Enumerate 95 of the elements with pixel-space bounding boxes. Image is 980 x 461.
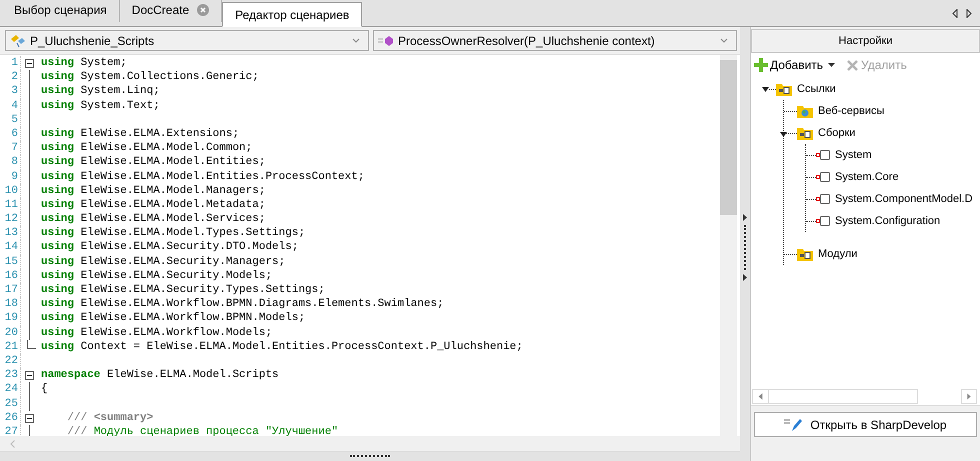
line-number: 2 — [10, 70, 19, 84]
globe-folder-icon — [797, 104, 813, 118]
code-line: using EleWise.ELMA.Model.Entities.ProcessContext; — [40, 170, 364, 184]
code-line: using EleWise.ELMA.Model.Common; — [40, 141, 252, 156]
code-line: using EleWise.ELMA.Model.Entities; — [40, 155, 266, 170]
panel-header: Настройки — [751, 29, 980, 53]
line-number: 22 — [4, 354, 19, 368]
tree-item[interactable]: Сборки — [818, 124, 856, 142]
code-line: using EleWise.ELMA.Workflow.BPMN.Models; — [40, 311, 306, 326]
code-line: using EleWise.ELMA.Security.DTO.Models; — [40, 240, 298, 255]
code-line: /// <summary> — [66, 410, 154, 425]
tree-item[interactable]: System — [835, 146, 872, 164]
code-line: using Context = EleWise.ELMA.Model.Entities.ProcessContext.P_Uluchshenie; — [40, 340, 523, 354]
line-number: 24 — [4, 382, 19, 396]
tree-item[interactable]: Модули — [818, 246, 858, 262]
line-number: 23 — [4, 368, 19, 382]
caret-icon — [828, 63, 836, 67]
scroll-left-icon[interactable] — [952, 8, 958, 18]
code-line: using System.Text; — [40, 98, 160, 113]
line-number: 27 — [4, 424, 19, 436]
scroll-right-icon[interactable] — [966, 8, 972, 18]
code-line: using EleWise.ELMA.Model.Metadata; — [40, 198, 266, 212]
code-line: { — [40, 382, 48, 396]
splitter-handle[interactable] — [744, 224, 746, 270]
code-line: using EleWise.ELMA.Workflow.BPMN.Diagrams.Elements.Swimlanes; — [40, 297, 444, 312]
code-line: using System; — [40, 56, 127, 70]
reference-icon — [816, 150, 830, 160]
line-number: 11 — [4, 198, 19, 212]
code-line: using EleWise.ELMA.Security.Types.Settings; — [40, 283, 325, 298]
collapse-arrow-icon[interactable] — [780, 130, 787, 138]
vertical-scrollbar[interactable] — [720, 55, 737, 436]
reference-icon — [816, 172, 830, 182]
pencil-icon — [784, 416, 802, 432]
code-line: using EleWise.ELMA.Workflow.Models; — [40, 326, 272, 340]
line-number: 5 — [10, 112, 19, 127]
tree-item[interactable]: Веб-сервисы — [818, 102, 884, 120]
open-sharpdevelop-button[interactable]: Открыть в SharpDevelop — [754, 412, 977, 437]
line-number: 17 — [4, 283, 19, 298]
code-line: using EleWise.ELMA.Extensions; — [40, 126, 240, 142]
collapse-arrow-icon[interactable] — [762, 86, 769, 92]
line-number: 20 — [4, 326, 19, 340]
code-line: using EleWise.ELMA.Model.Types.Settings; — [40, 226, 306, 240]
expand-arrow-icon[interactable] — [743, 274, 747, 280]
horizontal-scrollbar[interactable] — [0, 436, 740, 452]
scrollbar-thumb[interactable] — [720, 60, 737, 215]
line-number: 16 — [4, 268, 19, 283]
line-number: 18 — [4, 297, 19, 312]
collapse-icon[interactable] — [25, 59, 34, 68]
reference-icon — [816, 216, 830, 226]
code-line: using System.Collections.Generic; — [40, 70, 259, 84]
line-number: 13 — [4, 226, 19, 240]
line-number: 8 — [10, 155, 19, 170]
line-number: 7 — [10, 141, 19, 156]
reference-icon — [816, 194, 830, 204]
tree-item[interactable]: System.ComponentModel.D — [835, 190, 973, 208]
tree-item[interactable]: System.Core — [835, 168, 899, 186]
code-line: /// Модуль сценариев процесса "Улучшение" — [66, 424, 338, 436]
line-number: 15 — [4, 254, 19, 269]
line-number: 6 — [10, 126, 19, 142]
close-icon[interactable] — [197, 4, 210, 16]
close-icon — [847, 60, 858, 70]
line-number: 12 — [4, 212, 19, 226]
chevron-icon — [720, 38, 728, 43]
tab[interactable]: Выбор сценария — [2, 0, 120, 22]
line-number: 4 — [10, 98, 19, 113]
code-line: using EleWise.ELMA.Security.Managers; — [40, 254, 286, 269]
dropdown[interactable]: P_Uluchshenie_Scripts — [5, 30, 369, 51]
code-line: using EleWise.ELMA.Security.Models; — [40, 268, 272, 283]
line-number: 14 — [4, 240, 19, 255]
line-number: 19 — [4, 311, 19, 326]
code-line: using EleWise.ELMA.Model.Managers; — [40, 184, 266, 198]
chevron-icon — [352, 38, 360, 43]
line-number: 1 — [10, 56, 19, 70]
horizontal-scrollbar[interactable] — [752, 388, 918, 404]
line-number: 10 — [4, 184, 19, 198]
tree-item[interactable]: System.Configuration — [835, 212, 940, 230]
line-number: 3 — [10, 84, 19, 99]
class-icon — [10, 34, 26, 48]
code-line: using System.Linq; — [40, 84, 160, 99]
method-icon — [378, 34, 394, 46]
splitter-handle[interactable] — [350, 455, 390, 458]
code-line: namespace EleWise.ELMA.Model.Scripts — [40, 368, 279, 382]
code-line: using EleWise.ELMA.Model.Services; — [40, 212, 266, 226]
line-number: 26 — [4, 410, 19, 425]
line-number: 21 — [4, 340, 19, 354]
tree-item[interactable]: Ссылки — [797, 80, 836, 98]
expand-arrow-icon[interactable] — [743, 214, 747, 220]
collapse-icon[interactable] — [25, 371, 34, 380]
line-number: 25 — [4, 396, 19, 411]
dropdown[interactable]: ProcessOwnerResolver(P_Uluchshenie context) — [373, 30, 737, 51]
line-number: 9 — [10, 170, 19, 184]
collapse-icon[interactable] — [25, 414, 34, 423]
plus-icon — [754, 58, 768, 72]
add-button[interactable]: Добавить — [754, 56, 836, 74]
tab[interactable]: Редактор сценариев — [222, 2, 362, 27]
